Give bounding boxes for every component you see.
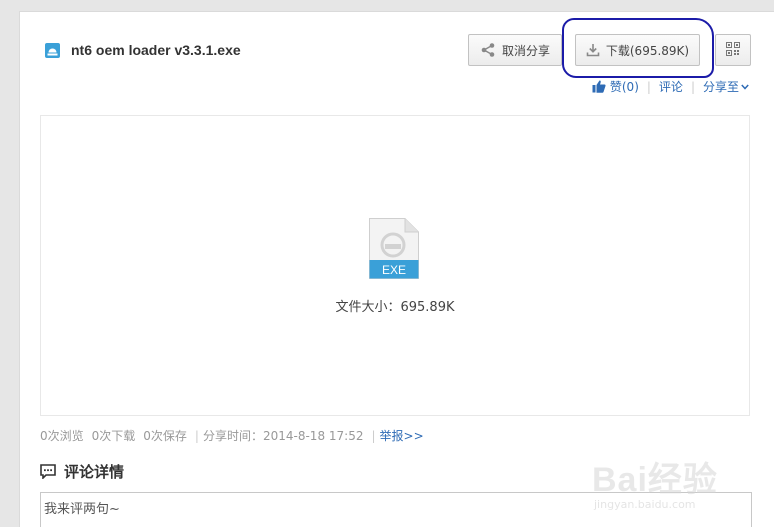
file-share-page: nt6 oem loader v3.3.1.exe 取消分享 下载(695.89… xyxy=(19,11,774,527)
exe-type-label: EXE xyxy=(382,263,406,277)
divider: | xyxy=(194,428,199,443)
baidu-jingyan-watermark: Bai经验 jingyan.baidu.com xyxy=(592,452,762,512)
comment-link[interactable]: 评论 xyxy=(659,78,683,95)
like-link[interactable]: 赞(0) xyxy=(610,78,639,95)
action-links: 赞(0) | 评论 | 分享至 xyxy=(592,78,749,95)
share-icon xyxy=(480,42,496,58)
report-link[interactable]: 举报>> xyxy=(380,427,424,444)
share-time: 分享时间：2014-8-18 17:52 xyxy=(202,429,364,443)
view-count: 0次浏览 xyxy=(40,429,84,443)
file-name: nt6 oem loader v3.3.1.exe xyxy=(71,42,241,58)
save-count: 0次保存 xyxy=(143,429,187,443)
exe-file-icon xyxy=(44,42,61,59)
comments-heading-text: 评论详情 xyxy=(64,463,125,481)
thumbs-up-icon[interactable] xyxy=(592,80,606,93)
download-annotation-circle xyxy=(562,18,714,78)
cancel-share-label: 取消分享 xyxy=(501,43,550,58)
divider: | xyxy=(646,79,651,94)
file-preview-panel: EXE 文件大小：695.89K xyxy=(40,115,750,416)
divider: | xyxy=(371,428,376,443)
comment-bubble-icon xyxy=(40,464,56,479)
chevron-down-icon[interactable] xyxy=(741,83,749,90)
watermark-url: jingyan.baidu.com xyxy=(594,498,696,511)
qrcode-icon xyxy=(726,41,740,59)
qrcode-button[interactable] xyxy=(715,34,751,66)
comments-heading: 评论详情 xyxy=(40,461,124,482)
divider: | xyxy=(690,79,695,94)
file-stats: 0次浏览 0次下载 0次保存 | 分享时间：2014-8-18 17:52 | … xyxy=(40,427,424,444)
comment-placeholder: 我来评两句~ xyxy=(44,502,120,517)
exe-document-icon: EXE xyxy=(369,218,419,279)
file-title: nt6 oem loader v3.3.1.exe xyxy=(44,40,241,60)
watermark-brand: Bai经验 xyxy=(592,461,718,499)
file-size-text: 文件大小：695.89K xyxy=(335,300,455,315)
download-count: 0次下载 xyxy=(91,429,136,443)
cancel-share-button[interactable]: 取消分享 xyxy=(468,34,562,66)
share-to-link[interactable]: 分享至 xyxy=(703,78,739,95)
